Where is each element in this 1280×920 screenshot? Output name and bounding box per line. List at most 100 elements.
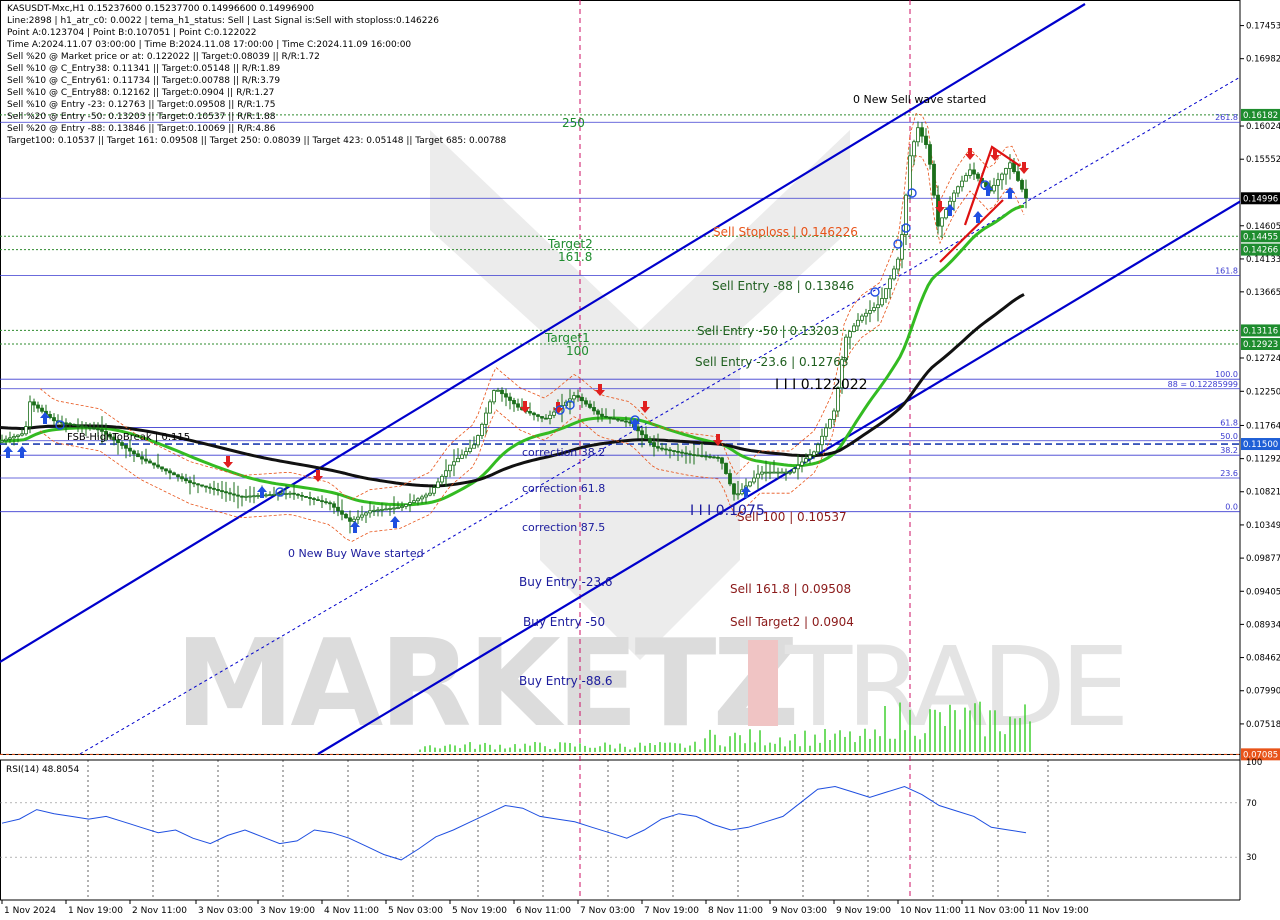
candle-body: [584, 400, 588, 405]
candle-body: [252, 495, 256, 498]
time-tick-label: 8 Nov 11:00: [708, 906, 763, 916]
candle-body: [924, 135, 928, 145]
watermark-text-left: MARKETZ: [175, 615, 796, 754]
candle-body: [704, 455, 708, 458]
info-line: KASUSDT-Mxc,H1 0.15237600 0.15237700 0.1…: [7, 4, 315, 14]
candle-body: [32, 401, 36, 406]
candle-body: [332, 503, 336, 508]
time-tick-label: 3 Nov 03:00: [198, 906, 253, 916]
time-tick-label: 10 Nov 11:00: [900, 906, 961, 916]
candle-body: [784, 471, 788, 474]
candle-body: [640, 430, 644, 436]
time-tick-label: 9 Nov 19:00: [836, 906, 891, 916]
candle-body: [992, 184, 996, 192]
candle-body: [320, 500, 324, 503]
candle-body: [20, 433, 24, 436]
candle-body: [624, 420, 628, 423]
candle-body: [780, 471, 784, 474]
candle-body: [588, 403, 592, 408]
candle-body: [88, 426, 92, 429]
buy-arrow-icon: [1005, 187, 1015, 199]
candle-body: [732, 483, 736, 495]
candle-body: [36, 404, 40, 409]
candle-body: [852, 325, 856, 332]
price-tick-label: 0.15552: [1246, 155, 1280, 165]
candle-body: [944, 209, 948, 219]
candle-body: [748, 481, 752, 487]
candle-body: [884, 288, 888, 299]
candle-body: [348, 517, 352, 522]
time-tick-label: 4 Nov 11:00: [324, 906, 379, 916]
candle-body: [516, 403, 520, 408]
info-line: Target100: 0.10537 || Target 161: 0.0950…: [7, 136, 507, 146]
price-tick-label: 0.16982: [1246, 55, 1280, 65]
candle-body: [864, 312, 868, 317]
annotation-label: Buy Entry -23.6: [519, 575, 613, 589]
candle-body: [156, 464, 160, 468]
buy-arrow-icon: [40, 412, 50, 424]
chart-root: MARKETZ TRADE 261.8 161.8 100.0 88 = 0.122859…: [0, 0, 1280, 920]
candle-body: [380, 508, 384, 511]
fib-level-label: 38.2: [1220, 446, 1238, 455]
info-line: Line:2898 | h1_atr_c0: 0.0022 | tema_h1_…: [7, 16, 439, 26]
candle-body: [268, 494, 272, 497]
candle-body: [364, 512, 368, 516]
candle-body: [408, 502, 412, 505]
candle-body: [684, 452, 688, 455]
candle-body: [672, 450, 676, 452]
candle-body: [968, 169, 972, 176]
time-tick-label: 1 Nov 2024: [4, 906, 56, 916]
candle-body: [600, 413, 604, 417]
candle-body: [64, 422, 68, 425]
candle-body: [996, 179, 1000, 186]
candle-body: [1000, 173, 1004, 181]
annotation-label: Buy Entry -50: [523, 615, 605, 629]
annotation-label: I I I 0.122022: [775, 377, 868, 393]
candle-body: [404, 504, 408, 507]
rsi-tick-label: 100: [1246, 758, 1262, 768]
candle-body: [540, 416, 544, 419]
candle-body: [448, 464, 452, 472]
annotation-label: correction 38.2: [522, 446, 605, 459]
candle-body: [428, 492, 432, 496]
candle-body: [424, 494, 428, 498]
candle-body: [504, 393, 508, 398]
candle-body: [204, 485, 208, 488]
candle-body: [496, 389, 500, 392]
candle-body: [680, 451, 684, 454]
annotation-label: correction 61.8: [522, 482, 605, 495]
time-tick-label: 3 Nov 19:00: [260, 906, 315, 916]
candle-body: [460, 454, 464, 459]
candle-body: [228, 492, 232, 495]
candle-body: [0, 440, 4, 443]
candle-body: [180, 476, 184, 480]
candle-body: [464, 451, 468, 456]
candle-body: [708, 456, 712, 458]
candle-body: [848, 331, 852, 338]
candle-body: [940, 217, 944, 227]
info-line: Sell %20 @ Market price or at: 0.122022 …: [7, 52, 320, 62]
candle-body: [700, 455, 704, 457]
candle-body: [224, 491, 228, 494]
candle-body: [792, 468, 796, 473]
candle-body: [172, 472, 176, 476]
fib-level-label: 88 = 0.12285999: [1168, 380, 1238, 389]
candle-body: [300, 494, 304, 497]
fib-level-label: 261.8: [1215, 113, 1238, 122]
candle-body: [368, 510, 372, 514]
info-line: Sell %10 @ Entry -23: 0.12763 || Target:…: [7, 100, 276, 110]
candle-body: [52, 417, 56, 422]
sell-arrow-icon: [1019, 162, 1029, 174]
candle-body: [456, 457, 460, 463]
candle-body: [608, 416, 612, 419]
sell-arrow-icon: [223, 456, 233, 468]
price-tick-label: 0.07518: [1246, 720, 1280, 730]
candle-body: [292, 492, 296, 495]
price-highlight-label: 0.14455: [1243, 232, 1278, 242]
target2-label: Target2: [547, 237, 593, 251]
candle-body: [416, 498, 420, 502]
price-tick-label: 0.08934: [1246, 620, 1280, 630]
annotation-label: Sell Entry -50 | 0.13203: [697, 324, 839, 338]
candle-body: [956, 186, 960, 194]
candle-body: [440, 475, 444, 483]
